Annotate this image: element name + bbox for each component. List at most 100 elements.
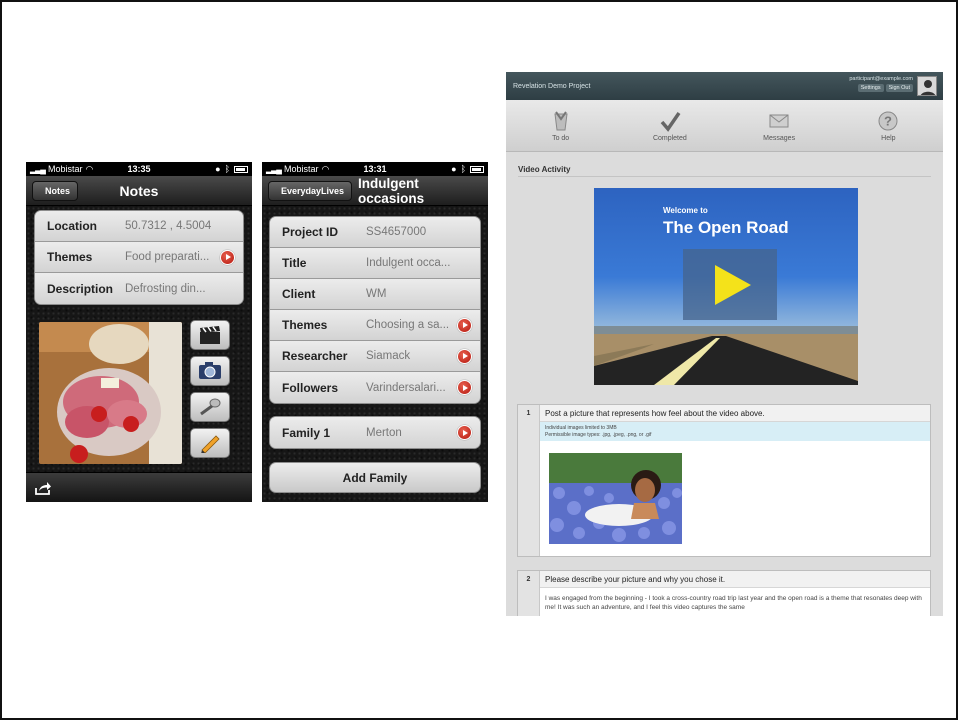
status-bar: ▂▃▄ Mobistar ◠ 13:35 ● ᛒ <box>26 162 252 176</box>
disclosure-arrow-icon[interactable] <box>457 348 472 364</box>
carrier-name: Mobistar <box>283 164 319 174</box>
question-text: Please describe your picture and why you… <box>540 571 930 588</box>
nav-title: Indulgent occasions <box>358 175 425 206</box>
upload-types-text: Permissible image types: .jpg, .jpeg, .p… <box>545 431 652 438</box>
video-subtitle: Welcome to <box>663 206 708 215</box>
video-player[interactable]: Welcome to The Open Road <box>594 188 858 385</box>
disclosure-arrow-icon[interactable] <box>457 380 472 395</box>
play-button[interactable] <box>683 249 777 320</box>
row-value: Merton <box>366 426 402 439</box>
nav-label: Help <box>881 134 896 142</box>
row-label: Themes <box>282 318 328 332</box>
envelope-icon <box>769 114 789 127</box>
audio-button[interactable] <box>190 392 230 422</box>
help-icon: ? <box>878 111 898 130</box>
question-2: 2 Please describe your picture and why y… <box>517 570 931 616</box>
nav-help[interactable]: ? Help <box>834 100 943 151</box>
sign-out-button[interactable]: Sign Out <box>885 84 913 92</box>
text-note-button[interactable] <box>190 428 230 458</box>
row-value: Indulgent occa... <box>366 257 451 269</box>
description-row[interactable]: Description Defrosting din... <box>35 273 243 304</box>
answer-text[interactable]: I was engaged from the beginning - I too… <box>540 588 930 616</box>
add-family-button[interactable]: Add Family <box>269 462 481 493</box>
bluetooth-icon: ᛒ <box>224 164 230 174</box>
project-content: Project ID SS4657000 Title Indulgent occ… <box>262 206 488 502</box>
project-id-row[interactable]: Project ID SS4657000 <box>270 217 480 248</box>
project-fields-group: Project ID SS4657000 Title Indulgent occ… <box>269 216 481 404</box>
title-row[interactable]: Title Indulgent occa... <box>270 248 480 279</box>
video-button[interactable] <box>190 320 230 350</box>
user-box: participant@example.com Settings Sign Out <box>849 76 913 92</box>
user-email: participant@example.com <box>849 76 913 82</box>
row-value: WM <box>366 288 387 300</box>
avatar[interactable] <box>917 76 937 96</box>
row-value: 50.7312 , 4.5004 <box>125 220 212 232</box>
question-1: 1 Post a picture that represents how fee… <box>517 404 931 557</box>
row-label: Family 1 <box>282 425 331 440</box>
back-button[interactable]: EverydayLives <box>268 180 353 201</box>
checkmark-icon <box>660 111 681 132</box>
carrier-name: Mobistar <box>47 164 83 174</box>
row-label: Themes <box>47 250 93 264</box>
bluetooth-icon: ᛒ <box>460 164 466 174</box>
web-app-screen: Revelation Demo Project participant@exam… <box>506 72 943 616</box>
battery-icon <box>470 165 484 173</box>
client-row[interactable]: Client WM <box>270 279 480 310</box>
uploaded-photo[interactable] <box>549 453 682 544</box>
notes-content: Location 50.7312 , 4.5004 Themes Food pr… <box>26 206 252 482</box>
pencil-icon <box>201 435 220 453</box>
settings-button[interactable]: Settings <box>857 84 884 92</box>
wifi-icon: ◠ <box>321 163 330 174</box>
nav-label: Completed <box>652 134 687 142</box>
signal-icon: ▂▃▄ <box>30 164 46 174</box>
lock-icon: ● <box>451 164 457 174</box>
note-photo[interactable] <box>39 322 182 464</box>
question-number: 2 <box>518 571 540 616</box>
disclosure-arrow-icon[interactable] <box>457 425 472 440</box>
row-value: Defrosting din... <box>125 282 206 295</box>
question-number: 1 <box>518 405 540 556</box>
navigation-bar: EverydayLives Indulgent occasions <box>262 176 488 206</box>
svg-text:?: ? <box>884 113 892 128</box>
photo-button[interactable] <box>190 356 230 386</box>
nav-label: To do <box>552 134 570 142</box>
user-silhouette-icon <box>920 80 936 95</box>
family-row[interactable]: Family 1 Merton <box>270 417 480 448</box>
disclosure-arrow-icon[interactable] <box>457 317 472 333</box>
camera-icon <box>199 362 221 379</box>
themes-row[interactable]: Themes Food preparati... <box>35 242 243 273</box>
nav-todo[interactable]: To do <box>506 100 615 151</box>
status-bar: ▂▃▄ Mobistar ◠ 13:31 ● ᛒ <box>262 162 488 176</box>
themes-row[interactable]: Themes Choosing a sa... <box>270 310 480 341</box>
location-row[interactable]: Location 50.7312 , 4.5004 <box>35 211 243 242</box>
lock-icon: ● <box>215 164 221 174</box>
followers-row[interactable]: Followers Varindersalari... <box>270 372 480 403</box>
row-label: Location <box>47 219 97 233</box>
back-button[interactable]: Notes <box>32 180 79 201</box>
row-label: Title <box>282 256 307 270</box>
row-label: Client <box>282 287 316 301</box>
row-value: Varindersalari... <box>366 381 446 394</box>
family-group: Family 1 Merton <box>269 416 481 449</box>
nav-completed[interactable]: Completed <box>615 100 724 151</box>
row-value: Siamack <box>366 350 411 362</box>
row-label: Project ID <box>282 225 339 239</box>
microphone-icon <box>200 398 221 416</box>
bottom-toolbar <box>26 472 252 502</box>
section-title: Video Activity <box>518 165 571 174</box>
researcher-row[interactable]: Researcher Siamack <box>270 341 480 372</box>
main-nav: To do Completed Messages ? Help <box>506 100 943 152</box>
nav-label: Messages <box>763 134 796 142</box>
row-value: Choosing a sa... <box>366 319 450 331</box>
project-name: Revelation Demo Project <box>513 82 591 90</box>
notes-phone-screen: ▂▃▄ Mobistar ◠ 13:35 ● ᛒ Notes Notes Locati… <box>26 162 252 502</box>
wifi-icon: ◠ <box>85 163 94 174</box>
row-label: Description <box>47 281 114 296</box>
nav-messages[interactable]: Messages <box>725 100 834 151</box>
navigation-bar: Notes Notes <box>26 176 252 206</box>
disclosure-arrow-icon[interactable] <box>220 249 235 265</box>
clapperboard-icon <box>200 326 220 344</box>
row-label: Researcher <box>282 349 348 363</box>
share-icon[interactable] <box>34 480 52 496</box>
todo-icon <box>554 110 568 130</box>
